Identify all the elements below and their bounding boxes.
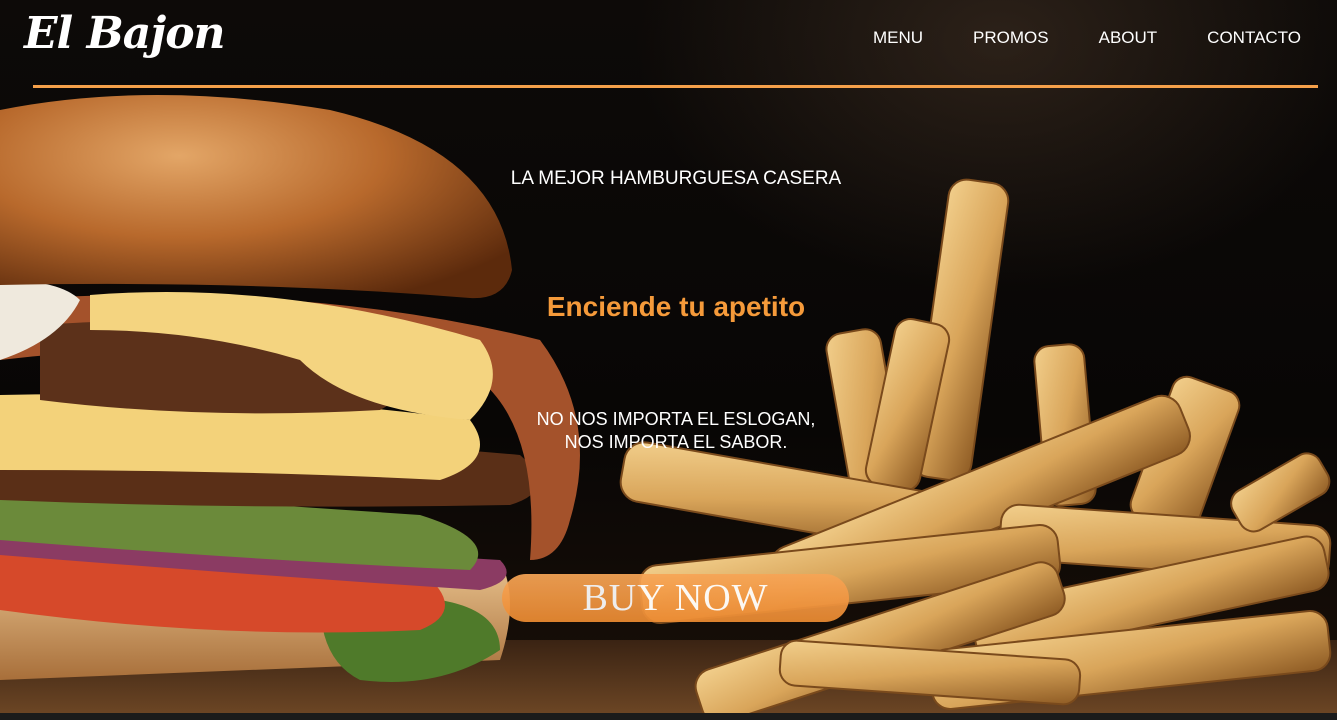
nav-item-about[interactable]: ABOUT bbox=[1099, 28, 1158, 48]
site-logo[interactable]: El Bajon bbox=[24, 8, 226, 59]
hero-slogan: NO NOS IMPORTA EL ESLOGAN, NOS IMPORTA E… bbox=[0, 408, 1337, 454]
nav-item-contacto[interactable]: CONTACTO bbox=[1207, 28, 1301, 48]
page-bottom-bar bbox=[0, 713, 1337, 720]
buy-now-button[interactable]: BUY NOW bbox=[502, 574, 849, 622]
slogan-line-1: NO NOS IMPORTA EL ESLOGAN, bbox=[536, 409, 816, 429]
hero-headline: Enciende tu apetito bbox=[546, 291, 806, 322]
header-divider bbox=[33, 85, 1318, 88]
nav-item-menu[interactable]: MENU bbox=[873, 28, 923, 48]
main-nav: MENU PROMOS ABOUT CONTACTO bbox=[873, 28, 1301, 48]
nav-item-promos[interactable]: PROMOS bbox=[973, 28, 1049, 48]
slogan-line-2: NOS IMPORTA EL SABOR. bbox=[564, 432, 788, 452]
hero-tagline: LA MEJOR HAMBURGUESA CASERA bbox=[510, 168, 842, 189]
